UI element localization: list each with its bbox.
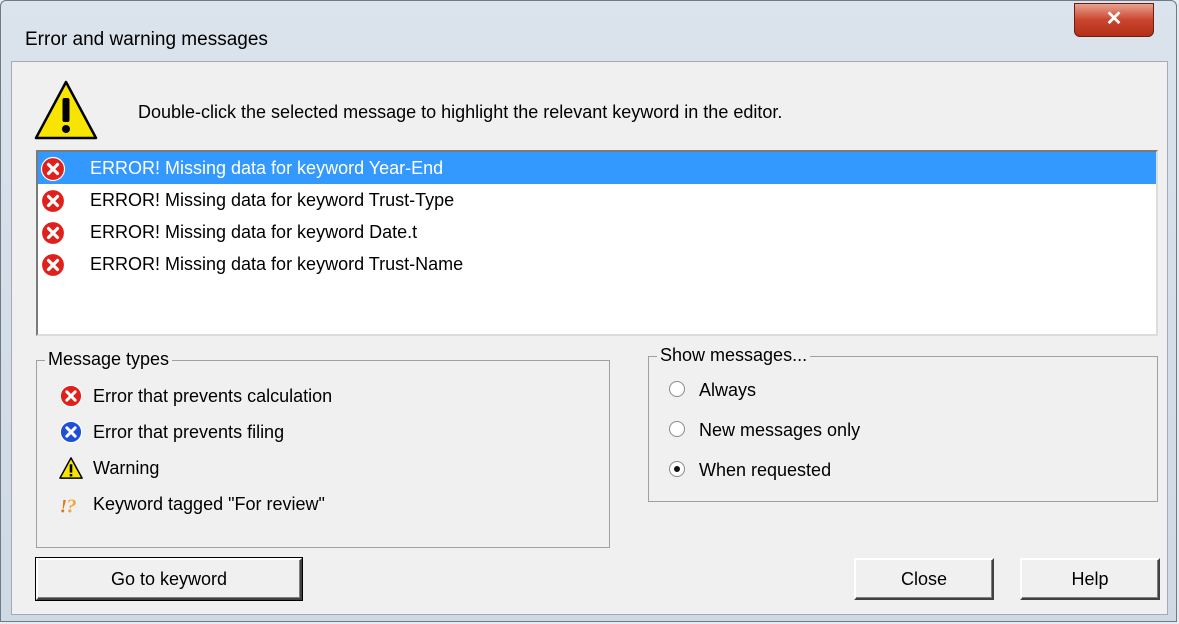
- warning-icon: [34, 80, 98, 140]
- message-type-label: Error that prevents filing: [93, 422, 285, 442]
- close-window-button[interactable]: ✕: [1074, 3, 1154, 37]
- error-blue-icon: [59, 420, 83, 444]
- error-red-icon: [59, 384, 83, 408]
- message-row[interactable]: ERROR! Missing data for keyword Date.t: [38, 216, 1156, 248]
- error-red-icon: [40, 156, 66, 182]
- dialog-client-area: Double-click the selected message to hig…: [11, 61, 1168, 615]
- warning-icon: [59, 456, 83, 480]
- instruction-text: Double-click the selected message to hig…: [138, 102, 783, 122]
- radio-label: New messages only: [699, 420, 861, 440]
- error-red-icon: [40, 220, 66, 246]
- window-title: Error and warning messages: [25, 29, 268, 50]
- message-types-group: Message types Error that prevents calcul…: [36, 349, 610, 548]
- message-text: ERROR! Missing data for keyword Year-End: [90, 158, 444, 178]
- message-type-label: Keyword tagged "For review": [93, 494, 325, 514]
- svg-text:?: ?: [66, 495, 76, 516]
- close-button[interactable]: Close: [854, 558, 994, 600]
- go-to-keyword-button[interactable]: Go to keyword: [35, 557, 303, 601]
- error-red-icon: [40, 188, 66, 214]
- message-row[interactable]: ERROR! Missing data for keyword Year-End: [38, 152, 1156, 184]
- message-row[interactable]: ERROR! Missing data for keyword Trust-Na…: [38, 248, 1156, 280]
- message-text: ERROR! Missing data for keyword Date.t: [90, 222, 418, 242]
- radio-button[interactable]: [669, 461, 685, 477]
- message-list[interactable]: ERROR! Missing data for keyword Year-End…: [36, 150, 1158, 336]
- message-text: ERROR! Missing data for keyword Trust-Na…: [90, 254, 464, 274]
- message-types-legend: Message types: [45, 349, 173, 370]
- message-type-label: Error that prevents calculation: [93, 386, 333, 406]
- radio-label: When requested: [699, 460, 832, 480]
- help-button[interactable]: Help: [1020, 558, 1160, 600]
- message-type-label: Warning: [93, 458, 160, 478]
- show-messages-group: Show messages... Always New messages only…: [648, 345, 1158, 502]
- message-row[interactable]: ERROR! Missing data for keyword Trust-Ty…: [38, 184, 1156, 216]
- show-messages-legend: Show messages...: [657, 345, 811, 366]
- message-text: ERROR! Missing data for keyword Trust-Ty…: [90, 190, 455, 210]
- dialog-window: Error and warning messages ✕ Double-clic…: [0, 0, 1177, 622]
- title-bar[interactable]: Error and warning messages ✕: [1, 1, 1176, 55]
- for-review-icon: !?: [59, 492, 83, 517]
- radio-button[interactable]: [669, 421, 685, 437]
- radio-button[interactable]: [669, 381, 685, 397]
- error-red-icon: [40, 252, 66, 278]
- radio-label: Always: [699, 380, 757, 400]
